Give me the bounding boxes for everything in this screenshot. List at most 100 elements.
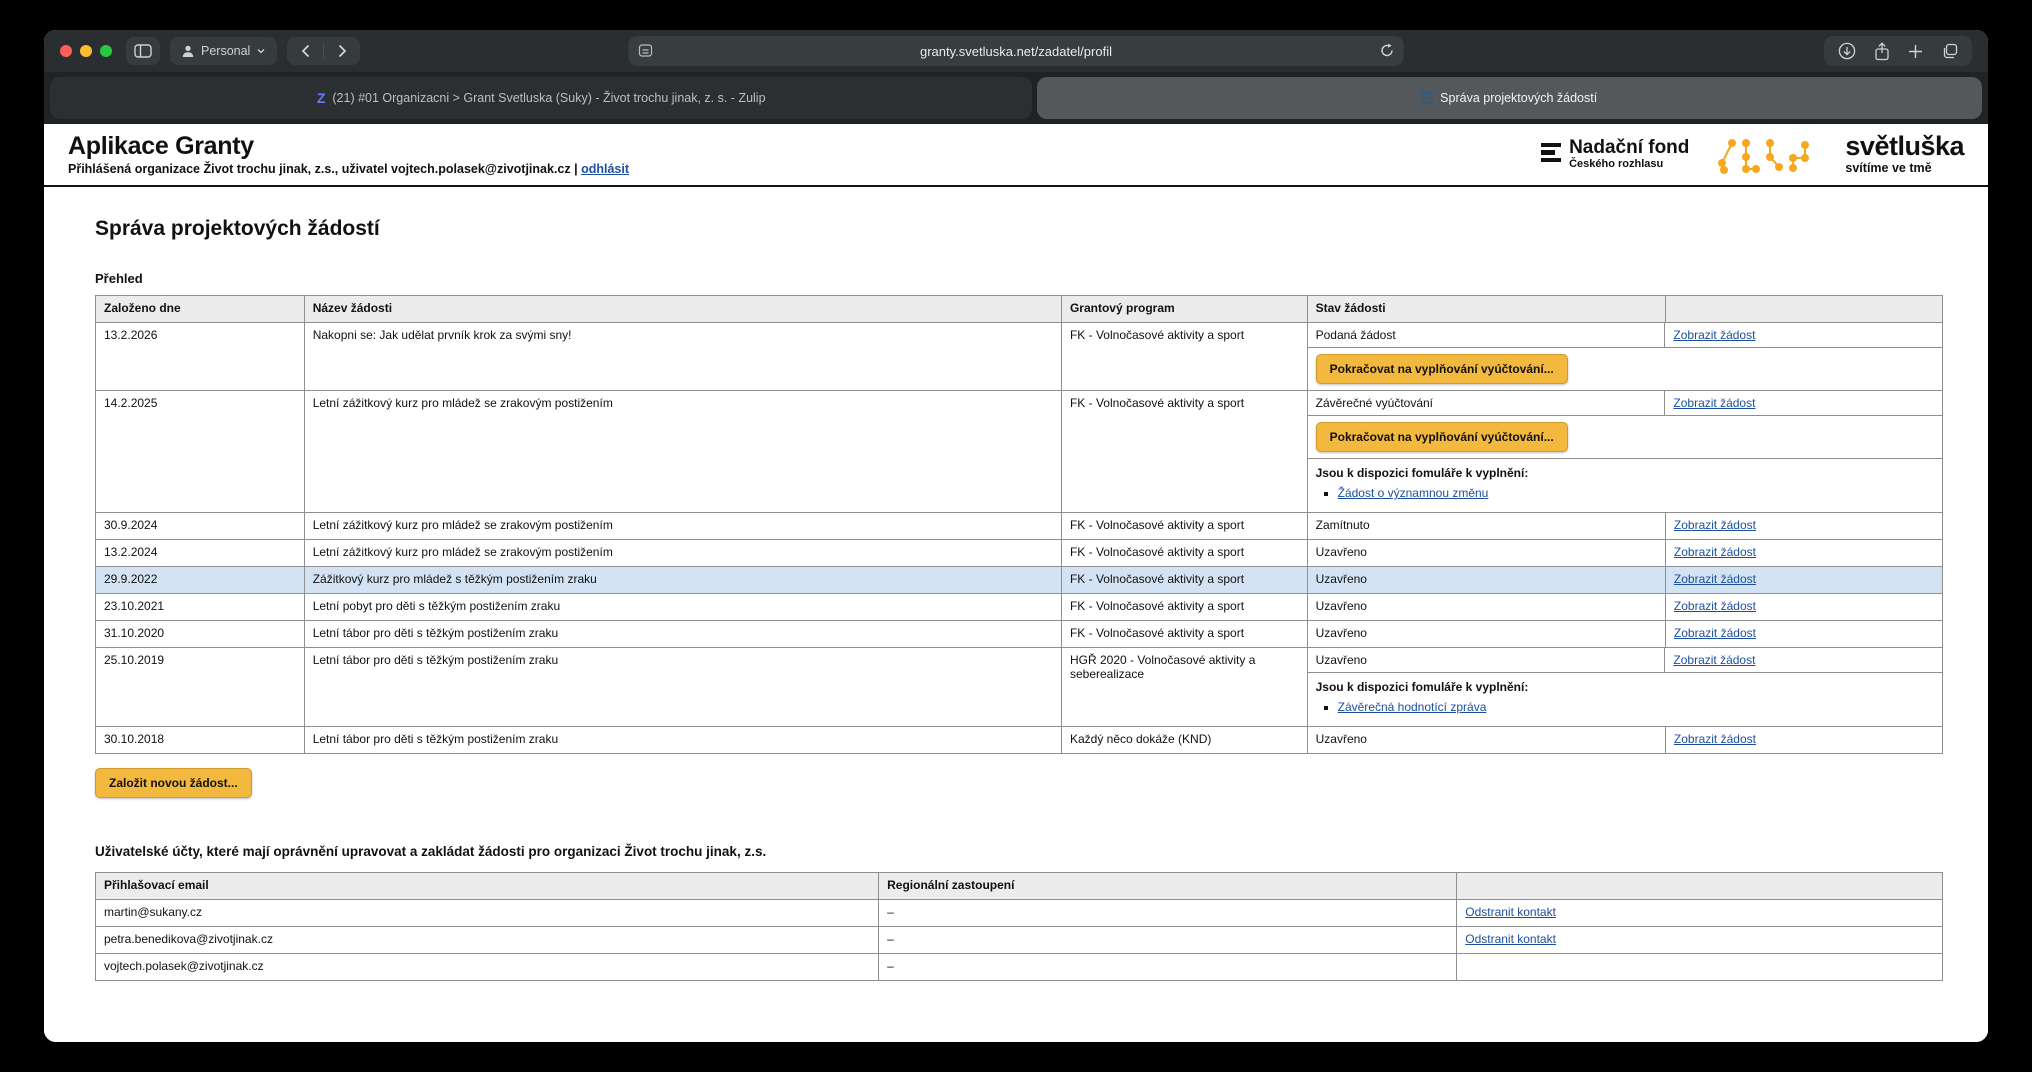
continue-settlement-button[interactable]: Pokračovat na vyplňování vyúčtování...	[1316, 422, 1568, 452]
cell-name: Letní zážitkový kurz pro mládež se zrako…	[304, 540, 1061, 567]
main-content: Správa projektových žádostí Přehled Zalo…	[44, 187, 1988, 1001]
forward-icon	[338, 44, 347, 58]
browser-toolbar: Personal granty	[44, 30, 1988, 72]
cell-actions: Odstranit kontakt	[1457, 927, 1943, 954]
logout-link[interactable]: odhlásit	[581, 162, 629, 176]
new-tab-button[interactable]	[1908, 44, 1923, 59]
cell-name: Letní zážitkový kurz pro mládež se zrako…	[304, 391, 1061, 513]
tab-zulip[interactable]: Z (21) #01 Organizacni > Grant Svetluska…	[50, 77, 1032, 119]
forms-available-label: Jsou k dispozici fomuláře k vyplnění:	[1316, 466, 1934, 480]
cell-actions	[1457, 954, 1943, 981]
table-row: 14.2.2025 Letní zážitkový kurz pro mláde…	[96, 391, 1943, 513]
view-request-link[interactable]: Zobrazit žádost	[1673, 653, 1755, 667]
close-window-button[interactable]	[60, 45, 72, 57]
login-info-text: Přihlášená organizace Život trochu jinak…	[68, 162, 578, 176]
column-header-actions	[1665, 296, 1942, 323]
nadacni-fond-logo: Nadační fond Českého rozhlasu	[1541, 138, 1689, 171]
cell-program: FK - Volnočasové aktivity a sport	[1061, 391, 1307, 513]
accounts-table: Přihlašovací email Regionální zastoupení…	[95, 872, 1943, 981]
cell-date: 30.9.2024	[96, 513, 305, 540]
tab-bar: Z (21) #01 Organizacni > Grant Svetluska…	[44, 72, 1988, 124]
cell-actions: Zobrazit žádost	[1665, 594, 1942, 621]
column-header-program: Grantový program	[1061, 296, 1307, 323]
cell-program: FK - Volnočasové aktivity a sport	[1061, 621, 1307, 648]
accounts-heading: Uživatelské účty, které mají oprávnění u…	[95, 844, 1943, 859]
cell-date: 29.9.2022	[96, 567, 305, 594]
table-row: martin@sukany.cz – Odstranit kontakt	[96, 900, 1943, 927]
tabs-icon	[1941, 43, 1958, 60]
plus-icon	[1908, 44, 1923, 59]
overview-heading: Přehled	[95, 271, 1943, 286]
cell-actions: Odstranit kontakt	[1457, 900, 1943, 927]
view-request-link[interactable]: Zobrazit žádost	[1674, 572, 1756, 586]
cell-status-area: Uzavřeno Zobrazit žádost Jsou k dispozic…	[1307, 648, 1942, 727]
cell-program: FK - Volnočasové aktivity a sport	[1061, 323, 1307, 391]
table-row: petra.benedikova@zivotjinak.cz – Odstran…	[96, 927, 1943, 954]
svetluska-logo: světluška svítíme ve tmě	[1845, 133, 1964, 175]
toolbar-actions	[1824, 36, 1972, 66]
table-row: vojtech.polasek@zivotjinak.cz –	[96, 954, 1943, 981]
cell-status: Uzavřeno	[1307, 540, 1665, 567]
share-button[interactable]	[1874, 42, 1890, 61]
cell-actions: Zobrazit žádost	[1665, 567, 1942, 594]
nf-logo-subtitle: Českého rozhlasu	[1569, 158, 1689, 170]
reload-button[interactable]	[1380, 43, 1395, 58]
sidebar-toggle-button[interactable]	[126, 37, 160, 65]
forward-button[interactable]	[324, 37, 360, 65]
downloads-button[interactable]	[1838, 42, 1856, 60]
cell-status: Uzavřeno	[1307, 594, 1665, 621]
table-row: 31.10.2020 Letní tábor pro děti s těžkým…	[96, 621, 1943, 648]
tab-overview-button[interactable]	[1941, 43, 1958, 60]
address-bar[interactable]: granty.svetluska.net/zadatel/profil	[629, 36, 1404, 66]
czech-radio-bars-icon	[1541, 143, 1561, 163]
cell-date: 30.10.2018	[96, 727, 305, 754]
cell-program: FK - Volnočasové aktivity a sport	[1061, 513, 1307, 540]
table-row: 30.9.2024 Letní zážitkový kurz pro mláde…	[96, 513, 1943, 540]
continue-settlement-button[interactable]: Pokračovat na vyplňování vyúčtování...	[1316, 354, 1568, 384]
column-header-region: Regionální zastoupení	[879, 873, 1457, 900]
table-header-row: Přihlašovací email Regionální zastoupení	[96, 873, 1943, 900]
url-text: granty.svetluska.net/zadatel/profil	[920, 44, 1112, 59]
tab-title: Správa projektových žádostí	[1440, 91, 1597, 105]
view-request-link[interactable]: Zobrazit žádost	[1674, 545, 1756, 559]
new-request-button[interactable]: Založit novou žádost...	[95, 768, 252, 798]
remove-contact-link[interactable]: Odstranit kontakt	[1465, 905, 1556, 919]
remove-contact-link[interactable]: Odstranit kontakt	[1465, 932, 1556, 946]
form-link-final-report[interactable]: Závěrečná hodnotící zpráva	[1338, 700, 1487, 714]
overview-table: Založeno dne Název žádosti Grantový prog…	[95, 295, 1943, 754]
tab-title: (21) #01 Organizacni > Grant Svetluska (…	[332, 91, 765, 105]
window-controls	[60, 45, 112, 57]
view-request-link[interactable]: Zobrazit žádost	[1673, 396, 1755, 410]
back-button[interactable]	[287, 37, 323, 65]
view-request-link[interactable]: Zobrazit žádost	[1674, 599, 1756, 613]
cell-date: 14.2.2025	[96, 391, 305, 513]
cell-status-area: Závěrečné vyúčtování Zobrazit žádost Pok…	[1307, 391, 1942, 513]
cell-actions: Zobrazit žádost	[1665, 621, 1942, 648]
cell-email: martin@sukany.cz	[96, 900, 879, 927]
status-text: Uzavřeno	[1308, 648, 1666, 672]
site-header: Aplikace Granty Přihlášená organizace Ži…	[44, 124, 1988, 187]
form-link-significant-change[interactable]: Žádost o významnou změnu	[1338, 486, 1489, 500]
logos: Nadační fond Českého rozhlasu	[1541, 132, 1970, 176]
person-icon	[182, 45, 194, 58]
view-request-link[interactable]: Zobrazit žádost	[1674, 626, 1756, 640]
cell-actions: Zobrazit žádost	[1665, 727, 1942, 754]
profile-button[interactable]: Personal	[170, 37, 277, 65]
available-forms: Jsou k dispozici fomuláře k vyplnění: Zá…	[1308, 673, 1942, 726]
cell-date: 13.2.2026	[96, 323, 305, 391]
column-header-status: Stav žádosti	[1307, 296, 1665, 323]
table-row-highlighted: 29.9.2022 Zážitkový kurz pro mládež s tě…	[96, 567, 1943, 594]
view-request-link[interactable]: Zobrazit žádost	[1674, 732, 1756, 746]
cell-date: 31.10.2020	[96, 621, 305, 648]
view-request-link[interactable]: Zobrazit žádost	[1673, 328, 1755, 342]
minimize-window-button[interactable]	[80, 45, 92, 57]
cell-status-area: Podaná žádost Zobrazit žádost Pokračovat…	[1307, 323, 1942, 391]
svetluska-title: světluška	[1845, 133, 1964, 160]
column-header-date: Založeno dne	[96, 296, 305, 323]
forms-available-label: Jsou k dispozici fomuláře k vyplnění:	[1316, 680, 1934, 694]
view-request-link[interactable]: Zobrazit žádost	[1674, 518, 1756, 532]
zoom-window-button[interactable]	[100, 45, 112, 57]
cell-name: Nakopni se: Jak udělat prvník krok za sv…	[304, 323, 1061, 391]
cell-email: vojtech.polasek@zivotjinak.cz	[96, 954, 879, 981]
tab-granty-active[interactable]: Správa projektových žádostí	[1037, 77, 1982, 119]
